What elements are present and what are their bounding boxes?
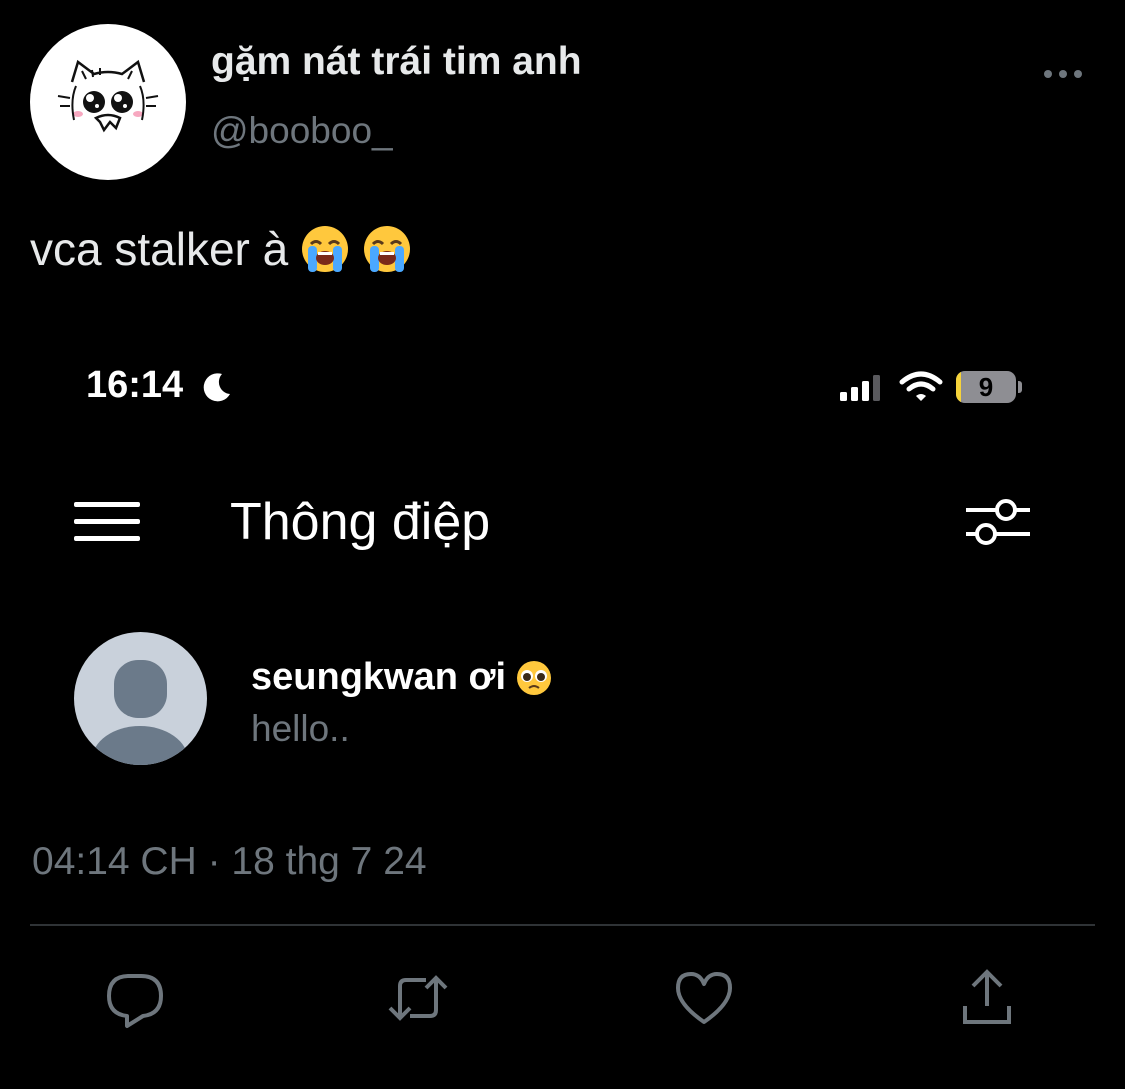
default-avatar[interactable] xyxy=(74,632,207,765)
conversation-name[interactable]: seungkwan ơi xyxy=(251,656,552,699)
wifi-icon xyxy=(898,368,944,404)
share-icon[interactable] xyxy=(955,966,1019,1030)
cellular-signal-icon xyxy=(838,372,886,402)
retweet-icon[interactable] xyxy=(386,966,450,1030)
like-icon[interactable] xyxy=(672,966,736,1030)
battery-tip xyxy=(1018,381,1022,393)
loudly-crying-face-emoji xyxy=(362,224,412,274)
menu-icon[interactable] xyxy=(74,500,140,544)
loudly-crying-face-emoji xyxy=(300,224,350,274)
reply-icon[interactable] xyxy=(103,966,167,1030)
conversation-name-text: seungkwan ơi xyxy=(251,656,507,698)
status-bar-time: 16:14 xyxy=(86,364,184,406)
author-handle[interactable]: @booboo_ xyxy=(211,110,393,152)
tweet-text: vca stalker à xyxy=(30,222,412,276)
author-display-name[interactable]: gặm nát trái tim anh xyxy=(211,40,582,84)
moon-icon xyxy=(200,370,234,404)
tweet-text-content: vca stalker à xyxy=(30,223,289,275)
conversation-preview[interactable]: hello.. xyxy=(251,708,350,750)
divider xyxy=(30,924,1095,926)
messages-title: Thông điệp xyxy=(230,493,491,551)
pleading-face-emoji xyxy=(516,660,552,696)
settings-sliders-icon[interactable] xyxy=(964,496,1030,548)
more-options-icon[interactable] xyxy=(1038,58,1088,88)
battery-level: 9 xyxy=(978,372,994,402)
battery-icon: 9 xyxy=(956,371,1016,403)
author-avatar[interactable] xyxy=(30,24,186,180)
tweet-timestamp[interactable]: 04:14 CH · 18 thg 7 24 xyxy=(32,840,427,884)
cat-avatar-image xyxy=(57,59,159,133)
